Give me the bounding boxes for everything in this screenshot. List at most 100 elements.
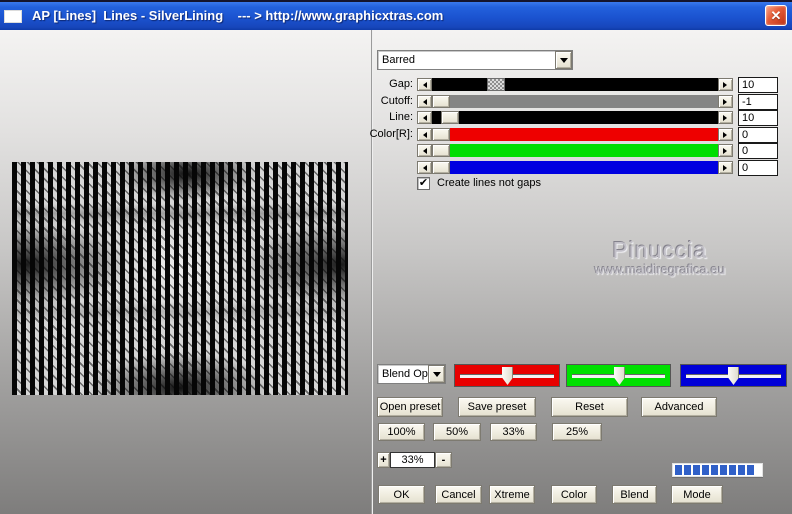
color-b-value-field[interactable]: 0: [738, 160, 778, 176]
cutoff-right-arrow-button[interactable]: [718, 95, 733, 108]
left-arrow-icon: [420, 164, 427, 171]
watermark-url: www.maidiregrafica.eu: [594, 262, 726, 277]
progress-segment: [684, 465, 691, 475]
color-r-label: Color[R]:: [369, 128, 413, 140]
blend-red-thumb[interactable]: [502, 367, 513, 385]
cutoff-label: Cutoff:: [380, 95, 413, 107]
create-lines-checkbox-label: Create lines not gaps: [437, 177, 541, 189]
blend-blue-slider[interactable]: [680, 364, 787, 387]
cutoff-value-field[interactable]: -1: [738, 94, 778, 110]
watermark-name: Pinuccia: [612, 237, 708, 263]
ok-button[interactable]: OK: [378, 485, 425, 504]
color-b-slider-track[interactable]: [432, 161, 718, 174]
xtreme-button[interactable]: Xtreme: [489, 485, 535, 504]
progress-segment: [702, 465, 709, 475]
gap-slider-thumb[interactable]: [487, 78, 505, 91]
plugin-window: AP [Lines] Lines - SilverLining --- > ht…: [0, 0, 792, 514]
blend-green-thumb[interactable]: [614, 367, 625, 385]
cutoff-slider-thumb[interactable]: [432, 95, 450, 108]
progress-segment: [738, 465, 745, 475]
color-b-slider-row: 0: [0, 160, 792, 176]
zoom-out-button[interactable]: -: [435, 452, 452, 468]
color-g-right-arrow-button[interactable]: [718, 144, 733, 157]
right-arrow-icon: [723, 81, 730, 88]
blend-options-dropdown[interactable]: Blend Opti: [377, 364, 446, 384]
progress-segment: [729, 465, 736, 475]
progress-segment: [720, 465, 727, 475]
color-r-value-field[interactable]: 0: [738, 127, 778, 143]
gap-slider-row: Gap: 10: [0, 77, 792, 93]
blend-blue-thumb[interactable]: [728, 367, 739, 385]
line-label: Line:: [389, 111, 413, 123]
left-arrow-icon: [420, 98, 427, 105]
left-arrow-icon: [420, 131, 427, 138]
blend-red-slider[interactable]: [454, 364, 560, 387]
color-r-slider-track[interactable]: [432, 128, 718, 141]
left-arrow-icon: [420, 147, 427, 154]
zoom-100-button[interactable]: 100%: [378, 423, 425, 441]
zoom-25-button[interactable]: 25%: [552, 423, 602, 441]
line-slider-track[interactable]: [432, 111, 718, 124]
preset-dropdown-value: Barred: [382, 54, 416, 66]
color-r-left-arrow-button[interactable]: [417, 128, 432, 141]
window-title: AP [Lines] Lines - SilverLining --- > ht…: [32, 8, 444, 23]
blend-green-slider[interactable]: [566, 364, 671, 387]
save-preset-button[interactable]: Save preset: [458, 397, 536, 417]
reset-button[interactable]: Reset: [551, 397, 628, 417]
preset-dropdown[interactable]: Barred: [377, 50, 573, 70]
progress-segment: [675, 465, 682, 475]
titlebar[interactable]: AP [Lines] Lines - SilverLining --- > ht…: [0, 2, 792, 30]
blend-options-dropdown-value: Blend Opti: [382, 368, 428, 380]
color-g-value-field[interactable]: 0: [738, 143, 778, 159]
preview-lines-layer: [12, 162, 348, 395]
color-button[interactable]: Color: [551, 485, 597, 504]
advanced-button[interactable]: Advanced: [641, 397, 717, 417]
color-b-slider-thumb[interactable]: [432, 161, 450, 174]
preset-dropdown-arrow-button[interactable]: [555, 51, 572, 69]
color-b-right-arrow-button[interactable]: [718, 161, 733, 174]
blend-button[interactable]: Blend: [612, 485, 657, 504]
color-g-slider-thumb[interactable]: [432, 144, 450, 157]
cutoff-left-arrow-button[interactable]: [417, 95, 432, 108]
line-right-arrow-button[interactable]: [718, 111, 733, 124]
color-r-slider-thumb[interactable]: [432, 128, 450, 141]
app-icon: [4, 10, 22, 23]
blend-options-dropdown-arrow-button[interactable]: [428, 365, 445, 383]
right-arrow-icon: [723, 164, 730, 171]
mode-button[interactable]: Mode: [671, 485, 723, 504]
progress-segment: [711, 465, 718, 475]
line-left-arrow-button[interactable]: [417, 111, 432, 124]
color-b-left-arrow-button[interactable]: [417, 161, 432, 174]
color-g-slider-row: 0: [0, 143, 792, 159]
color-r-right-arrow-button[interactable]: [718, 128, 733, 141]
line-slider-thumb[interactable]: [441, 111, 459, 124]
gap-right-arrow-button[interactable]: [718, 78, 733, 91]
progress-segment: [747, 465, 754, 475]
chevron-down-icon: [432, 371, 441, 381]
right-arrow-icon: [723, 131, 730, 138]
line-slider-row: Line: 10: [0, 110, 792, 126]
gap-value-field[interactable]: 10: [738, 77, 778, 93]
open-preset-button[interactable]: Open preset: [377, 397, 443, 417]
zoom-50-button[interactable]: 50%: [433, 423, 481, 441]
color-g-slider-track[interactable]: [432, 144, 718, 157]
close-button[interactable]: ✕: [765, 5, 787, 26]
cutoff-slider-track[interactable]: [432, 95, 718, 108]
chevron-down-icon: [559, 57, 568, 67]
zoom-33-button[interactable]: 33%: [490, 423, 537, 441]
zoom-in-button[interactable]: +: [377, 452, 390, 468]
cancel-button[interactable]: Cancel: [435, 485, 482, 504]
line-value-field[interactable]: 10: [738, 110, 778, 126]
close-icon: ✕: [770, 8, 782, 23]
create-lines-checkbox[interactable]: ✔: [417, 177, 430, 190]
left-arrow-icon: [420, 114, 427, 121]
check-icon: ✔: [418, 176, 429, 189]
left-arrow-icon: [420, 81, 427, 88]
gap-slider-track[interactable]: [432, 78, 718, 91]
zoom-level-field[interactable]: 33%: [390, 452, 435, 468]
color-g-left-arrow-button[interactable]: [417, 144, 432, 157]
gap-left-arrow-button[interactable]: [417, 78, 432, 91]
cutoff-slider-row: Cutoff: -1: [0, 94, 792, 110]
progress-bar: [672, 463, 763, 477]
preview-image[interactable]: [12, 162, 348, 395]
